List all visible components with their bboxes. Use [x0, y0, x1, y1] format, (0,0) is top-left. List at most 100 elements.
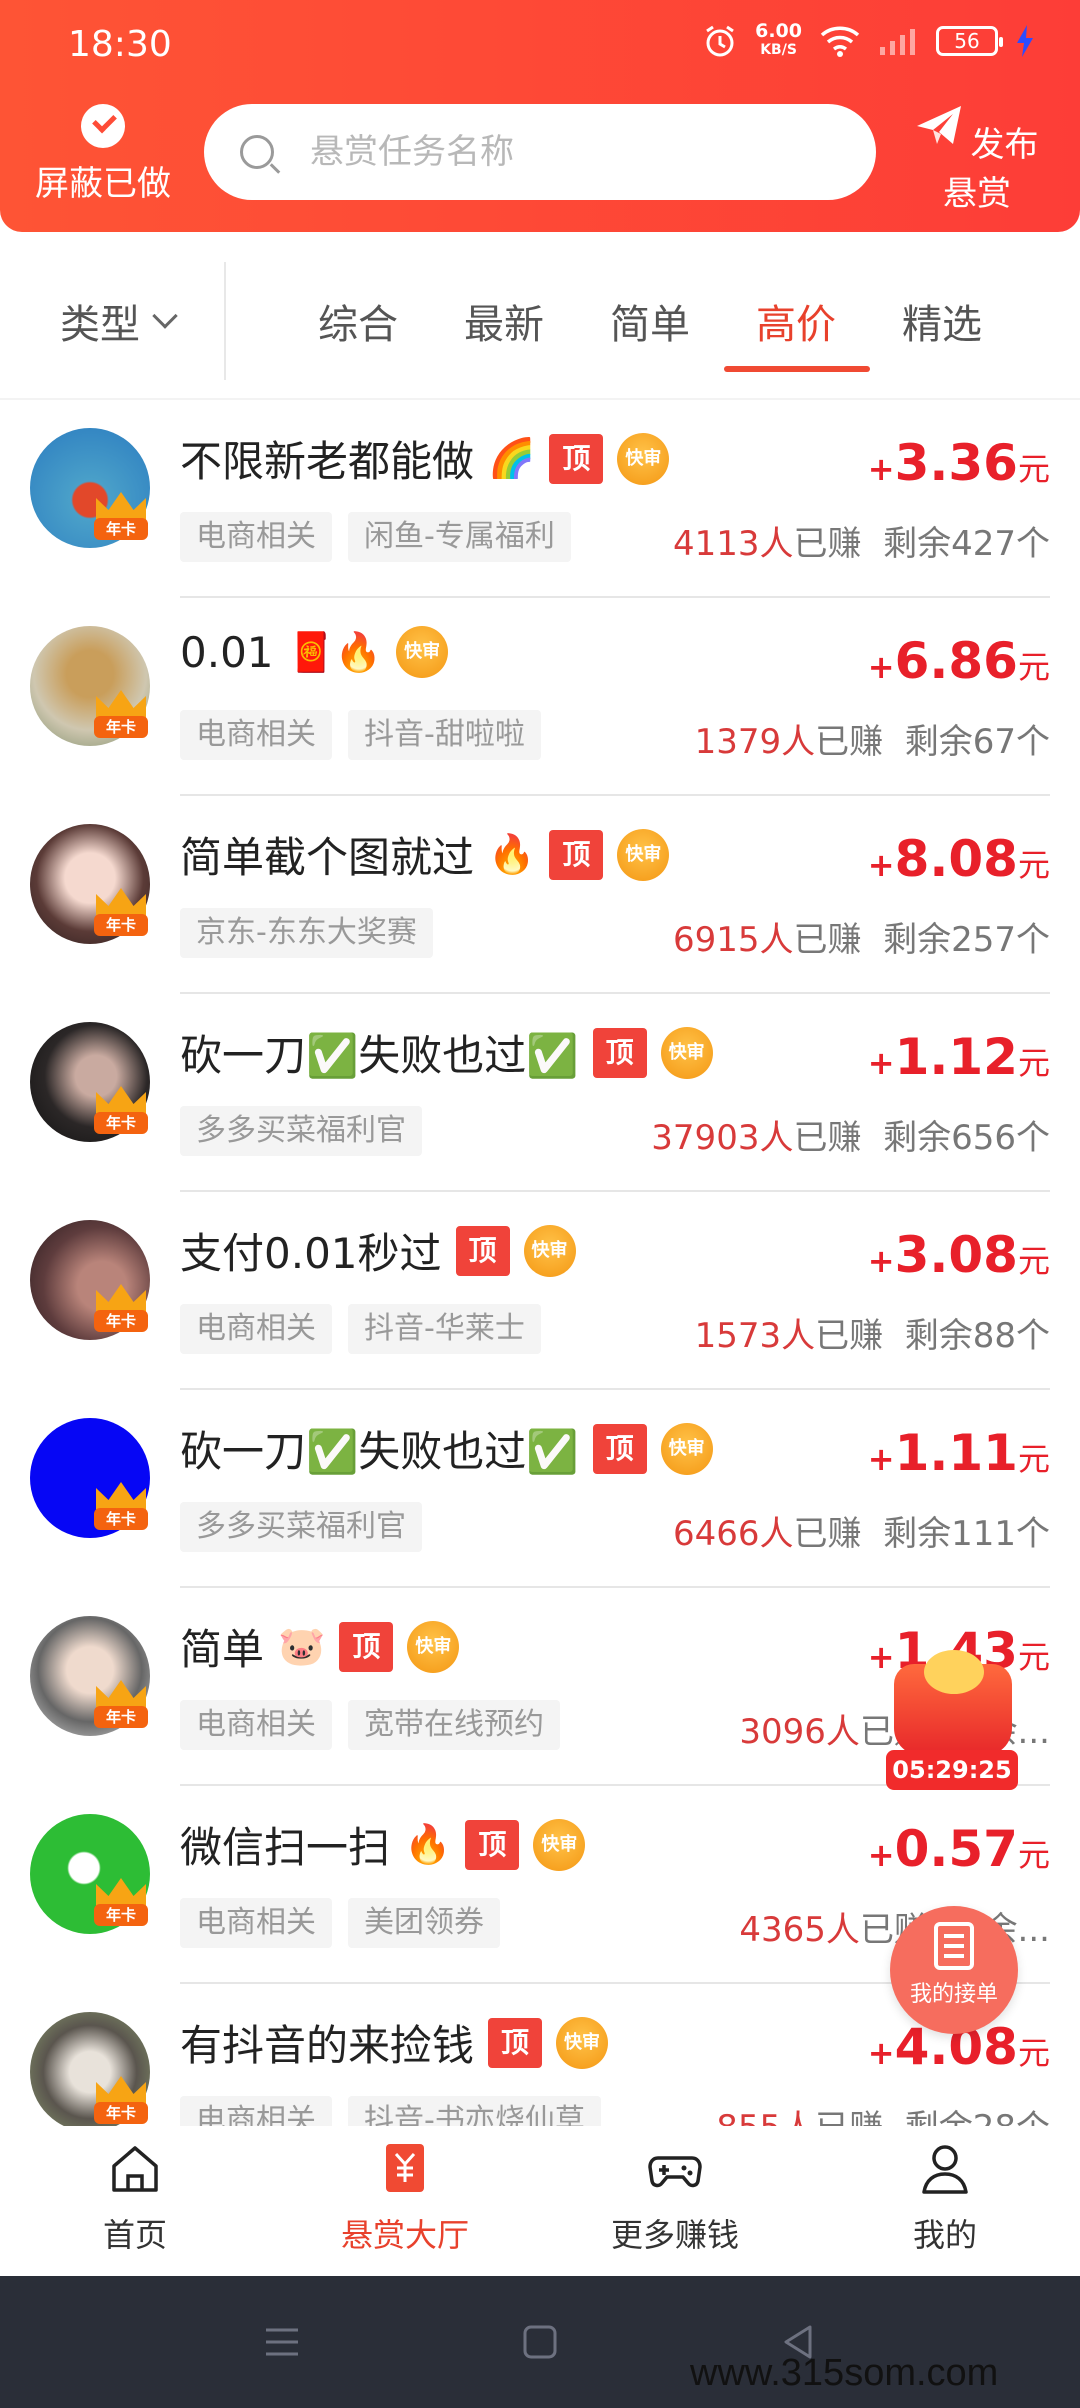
annual-card-badge: 年卡 — [94, 2102, 148, 2124]
task-title-row: 有抖音的来捡钱顶快审 — [180, 2012, 609, 2073]
search-input[interactable] — [310, 132, 830, 172]
task-price: +1.12元 — [868, 1028, 1050, 1086]
task-tags: 电商相关 美团领券 — [180, 1898, 500, 1948]
price-value: 3.36 — [894, 434, 1018, 492]
price-unit: 元 — [1017, 846, 1050, 884]
task-row[interactable]: 年卡 支付0.01秒过顶快审 +3.08元 电商相关 抖音-华莱士 1573人已赚… — [0, 1192, 1080, 1390]
task-row[interactable]: 年卡 砍一刀✅失败也过✅ 顶快审 +1.12元 多多买菜福利官 37903人已赚 … — [0, 994, 1080, 1192]
task-row[interactable]: 年卡 0.01 🧧🔥 快审 +6.86元 电商相关 抖音-甜啦啦 1379人已赚 剩余… — [0, 598, 1080, 796]
task-stats: 4113人已赚 剩余427个 — [673, 516, 1050, 565]
task-tag: 闲鱼-专属福利 — [348, 512, 571, 562]
task-row[interactable]: 年卡 砍一刀✅失败也过✅ 顶快审 +1.11元 多多买菜福利官 6466人已赚 剩… — [0, 1390, 1080, 1588]
earned-count: 4113人 — [672, 524, 794, 564]
red-packet-widget[interactable]: 05:29:25 — [882, 1650, 1022, 1790]
type-filter-label: 类型 — [60, 302, 140, 348]
price-prefix: + — [867, 1440, 895, 1478]
annual-card-badge: 年卡 — [94, 518, 148, 540]
task-tag: 美团领券 — [348, 1898, 500, 1948]
earned-suffix: 已赚 — [793, 1514, 862, 1554]
check-circle-icon — [81, 104, 125, 148]
red-packet-icon — [894, 1650, 1012, 1756]
nav-more-earn[interactable]: 更多赚钱 — [540, 2126, 810, 2276]
tab-latest[interactable]: 最新 — [464, 292, 544, 350]
price-unit: 元 — [1017, 1836, 1050, 1874]
user-icon — [922, 2145, 968, 2194]
annual-card-badge: 年卡 — [94, 1904, 148, 1926]
top-badge: 顶 — [549, 829, 604, 880]
annual-card-badge: 年卡 — [94, 914, 148, 936]
price-prefix: + — [867, 1242, 895, 1280]
my-orders-button[interactable]: 我的接单 — [890, 1906, 1018, 2034]
nav-mine-label: 我的 — [912, 2216, 977, 2254]
alarm-icon — [706, 25, 734, 57]
earned-count: 6466人 — [672, 1514, 794, 1554]
earned-count: 3096人 — [739, 1712, 860, 1752]
earned-suffix: 已赚 — [793, 920, 862, 960]
task-row[interactable]: 年卡 不限新老都能做 🌈 顶快审 +3.36元 电商相关 闲鱼-专属福利 4113人已… — [0, 400, 1080, 598]
task-title: 支付0.01秒过 — [180, 1229, 442, 1278]
task-tag: 抖音-书亦烧仙草 — [348, 2096, 601, 2126]
price-unit: 元 — [1017, 450, 1050, 488]
earned-count: 1573人 — [694, 1316, 816, 1356]
red-packet-timer: 05:29:25 — [886, 1750, 1018, 1790]
top-badge: 顶 — [339, 1621, 394, 1672]
task-row[interactable]: 年卡 简单截个图就过 🔥 顶快审 +8.08元 京东-东东大奖赛 6915人已赚 剩… — [0, 796, 1080, 994]
crown-icon: 年卡 — [92, 1878, 150, 1930]
annual-card-badge: 年卡 — [94, 1112, 148, 1134]
task-tag: 多多买菜福利官 — [180, 1106, 422, 1156]
wifi-icon — [820, 26, 860, 57]
price-unit: 元 — [1017, 648, 1050, 686]
tab-featured[interactable]: 精选 — [902, 292, 982, 350]
task-stats: 1573人已赚 剩余88个 — [695, 1308, 1050, 1357]
crown-icon: 年卡 — [92, 492, 150, 544]
hide-done-label: 屏蔽已做 — [35, 164, 171, 204]
task-title: 砍一刀✅失败也过✅ — [180, 1427, 579, 1476]
net-speed-value: 6.00 — [755, 20, 802, 42]
task-stats: 6915人已赚 剩余257个 — [673, 912, 1050, 961]
remaining-count: 剩余427个 — [883, 524, 1050, 564]
signal-icon — [880, 29, 915, 55]
task-price: +3.36元 — [868, 434, 1050, 492]
price-value: 6.86 — [894, 632, 1018, 690]
earned-suffix: 已赚 — [815, 1316, 884, 1356]
annual-card-badge: 年卡 — [94, 1706, 148, 1728]
nav-reward-hall[interactable]: 悬赏大厅 — [270, 2126, 540, 2276]
task-tag: 抖音-甜啦啦 — [348, 710, 541, 760]
fast-review-badge: 快审 — [660, 1422, 713, 1475]
home-square-icon[interactable] — [520, 2322, 560, 2362]
menu-icon[interactable] — [262, 2322, 302, 2362]
nav-reward-hall-label: 悬赏大厅 — [340, 2216, 469, 2254]
task-emoji: 🐷 — [278, 1624, 326, 1668]
task-title-row: 不限新老都能做 🌈 顶快审 — [180, 428, 670, 489]
type-filter-dropdown[interactable]: 类型 — [60, 292, 178, 350]
task-tag: 多多买菜福利官 — [180, 1502, 422, 1552]
annual-card-badge: 年卡 — [94, 1310, 148, 1332]
crown-icon: 年卡 — [92, 690, 150, 742]
task-tag: 抖音-华莱士 — [348, 1304, 541, 1354]
price-unit: 元 — [1017, 2034, 1050, 2072]
search-bar[interactable] — [204, 104, 876, 200]
task-list[interactable]: 年卡 不限新老都能做 🌈 顶快审 +3.36元 电商相关 闲鱼-专属福利 4113人已… — [0, 400, 1080, 2126]
price-prefix: + — [867, 1836, 895, 1874]
task-stats: 6466人已赚 剩余111个 — [673, 1506, 1050, 1555]
task-title: 简单 — [180, 1625, 265, 1674]
remaining-count: 剩余88个 — [904, 1316, 1050, 1356]
nav-home[interactable]: 首页 — [0, 2126, 270, 2276]
fast-review-badge: 快审 — [407, 1620, 460, 1673]
price-prefix: + — [867, 2034, 895, 2072]
crown-icon: 年卡 — [92, 1680, 150, 1732]
filter-divider — [224, 262, 226, 380]
tab-simple[interactable]: 简单 — [610, 292, 690, 350]
task-title: 砍一刀✅失败也过✅ — [180, 1031, 579, 1080]
task-tags: 电商相关 宽带在线预约 — [180, 1700, 560, 1750]
nav-mine[interactable]: 我的 — [810, 2126, 1080, 2276]
top-badge: 顶 — [549, 433, 604, 484]
fast-review-badge: 快审 — [396, 626, 449, 678]
remaining-count: 剩余257个 — [883, 920, 1050, 960]
nav-home-label: 首页 — [102, 2216, 167, 2254]
hide-done-button[interactable]: 屏蔽已做 — [28, 104, 178, 205]
publish-reward-button[interactable]: 发布悬赏 — [902, 104, 1052, 215]
tab-high-price[interactable]: 高价 — [756, 292, 836, 350]
tab-comprehensive[interactable]: 综合 — [318, 292, 398, 350]
task-tag: 电商相关 — [180, 2096, 332, 2126]
